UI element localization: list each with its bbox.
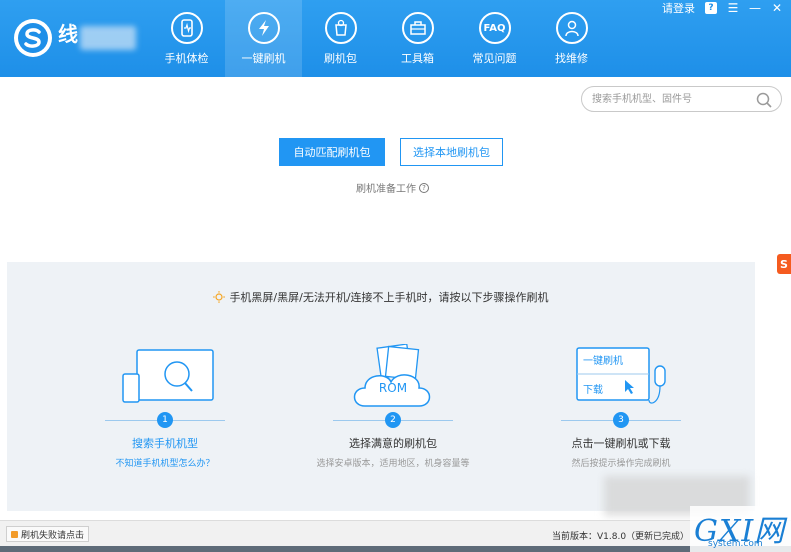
app-logo-icon <box>14 19 52 57</box>
guide-panel: 手机黑屏/黑屏/无法开机/连接不上手机时，请按以下步骤操作刷机 1 搜索手机机型… <box>7 262 755 511</box>
illus-download-text: 下载 <box>583 385 603 396</box>
minimize-icon[interactable]: — <box>749 2 761 14</box>
step-subtitle: 选择安卓版本，适用地区，机身容量等 <box>316 459 470 469</box>
step-title: 选择满意的刷机包 <box>349 437 437 450</box>
app-header: 线 手机体检 一键刷机 刷机包 工具箱 FAQ 常见问题 找维修 请登录 ? ☰… <box>0 0 791 77</box>
nav-faq[interactable]: FAQ 常见问题 <box>456 0 533 77</box>
illus-flash-text: 一键刷机 <box>583 356 623 367</box>
guide-headline: 手机黑屏/黑屏/无法开机/连接不上手机时，请按以下步骤操作刷机 <box>7 289 755 305</box>
step-number-badge: 1 <box>157 412 173 428</box>
nav-toolbox[interactable]: 工具箱 <box>379 0 456 77</box>
app-logo-text: 线 <box>58 22 80 46</box>
menu-icon[interactable]: ☰ <box>727 2 739 14</box>
repair-person-icon <box>555 12 588 44</box>
prep-work-link[interactable]: 刷机准备工作 ? <box>356 180 429 195</box>
help-icon[interactable]: ? <box>705 2 717 14</box>
nav-label: 手机体检 <box>164 52 209 65</box>
faq-icon: FAQ <box>478 12 511 44</box>
search-icon[interactable] <box>755 91 773 109</box>
lightning-icon <box>247 12 280 44</box>
nav-label: 刷机包 <box>324 52 357 65</box>
search-input[interactable] <box>592 91 752 107</box>
select-local-button[interactable]: 选择本地刷机包 <box>400 138 503 166</box>
nav-rom-package[interactable]: 刷机包 <box>302 0 379 77</box>
nav-label: 工具箱 <box>401 52 434 65</box>
nav-repair[interactable]: 找维修 <box>533 0 610 77</box>
guide-step-2: ROM 2 选择满意的刷机包 选择安卓版本，适用地区，机身容量等 <box>293 344 493 504</box>
site-watermark: GXI网 system.com <box>690 506 791 552</box>
nav-phone-check[interactable]: 手机体检 <box>148 0 225 77</box>
version-text: 当前版本：V1.8.0（更新已完成） <box>552 532 690 542</box>
watermark-domain: system.com <box>708 539 763 549</box>
nav-label: 找维修 <box>555 52 588 65</box>
step-title[interactable]: 搜索手机机型 <box>65 435 265 451</box>
bulb-icon <box>213 291 226 303</box>
search-model-illustration-icon <box>122 349 214 403</box>
unknown-model-link[interactable]: 不知道手机机型怎么办？ <box>65 456 265 469</box>
step-title: 点击一键刷机或下载 <box>571 437 671 450</box>
login-link[interactable]: 请登录 <box>662 0 695 16</box>
close-icon[interactable]: ✕ <box>771 2 783 14</box>
guide-step-1: 1 搜索手机机型 不知道手机机型怎么办？ <box>65 344 265 504</box>
status-bar: 刷机失败请点击 当前版本：V1.8.0（更新已完成） <box>0 520 791 546</box>
question-icon: ? <box>419 182 429 193</box>
taskbar-strip <box>0 546 791 552</box>
flash-failed-link[interactable]: 刷机失败请点击 <box>6 526 90 542</box>
step-subtitle: 然后按提示操作完成刷机 <box>571 459 671 469</box>
phone-check-icon <box>170 12 203 44</box>
prep-work-label: 刷机准备工作 <box>356 184 416 195</box>
step-number-badge: 2 <box>385 412 401 428</box>
guide-headline-text: 手机黑屏/黑屏/无法开机/连接不上手机时，请按以下步骤操作刷机 <box>229 291 549 304</box>
main-nav: 手机体检 一键刷机 刷机包 工具箱 FAQ 常见问题 找维修 <box>148 0 610 77</box>
warning-icon <box>11 530 18 538</box>
side-float-badge[interactable]: S <box>777 254 791 274</box>
nav-one-click-flash[interactable]: 一键刷机 <box>225 0 302 77</box>
auto-match-button[interactable]: 自动匹配刷机包 <box>279 138 385 166</box>
flash-failed-label: 刷机失败请点击 <box>21 530 85 541</box>
nav-label: 常见问题 <box>472 52 517 65</box>
rom-cloud-illustration-icon <box>353 344 431 407</box>
search-box <box>581 86 782 112</box>
package-icon <box>324 12 357 44</box>
nav-label: 一键刷机 <box>241 52 286 65</box>
window-controls: 请登录 ? ☰ — ✕ <box>662 0 783 16</box>
step-number-badge: 3 <box>613 412 629 428</box>
blurred-logo-text <box>80 26 136 50</box>
toolbox-icon <box>401 12 434 44</box>
rom-label: ROM <box>378 381 408 395</box>
